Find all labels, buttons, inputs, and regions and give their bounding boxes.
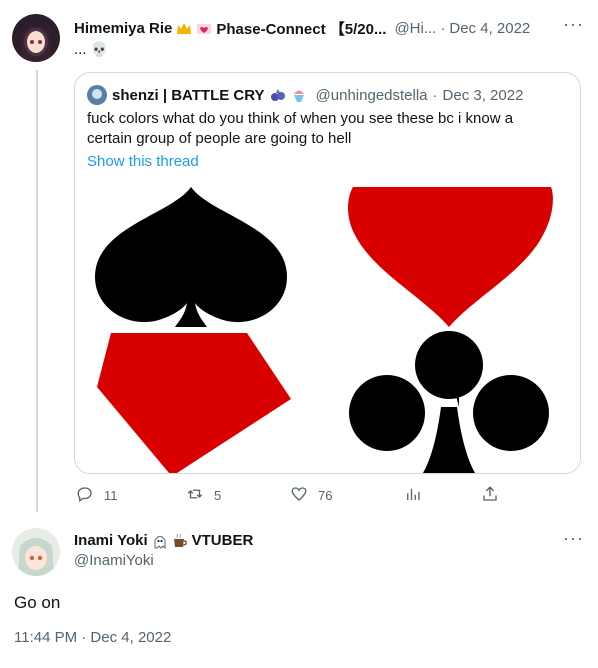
thread-line [36, 70, 38, 512]
quote-separator: · [432, 86, 438, 104]
avatar[interactable] [12, 14, 60, 62]
reply-author-name[interactable]: Inami Yoki [74, 532, 148, 549]
stats-icon [404, 485, 422, 506]
quote-author-name[interactable]: shenzi | BATTLE CRY [112, 87, 265, 104]
tweet-header: Himemiya Rie Phase-Connect 【5/20... @Hi.… [74, 18, 530, 39]
quote-avatar[interactable] [87, 85, 107, 105]
coffee-icon [172, 533, 188, 549]
retweet-button[interactable]: 5 [186, 485, 221, 506]
tweet-date[interactable]: Dec 4, 2022 [449, 20, 530, 37]
reply-icon [76, 485, 94, 506]
author-handle[interactable]: @Hi... [394, 20, 436, 37]
blueberry-icon [270, 87, 286, 103]
skull-icon: 💀 [90, 42, 108, 58]
quote-date[interactable]: Dec 3, 2022 [443, 87, 524, 104]
like-button[interactable]: 76 [290, 485, 332, 506]
more-dots-icon[interactable]: ··· [563, 14, 584, 35]
reply-header: Inami Yoki VTUBER [74, 532, 253, 549]
media-image[interactable] [75, 187, 580, 473]
tweet-text-row: ... 💀 [74, 40, 108, 60]
shaved-ice-icon [291, 87, 307, 103]
reply-text: Go on [14, 593, 61, 612]
like-count: 76 [318, 488, 333, 503]
author-name[interactable]: Himemiya Rie [74, 20, 172, 37]
share-icon [481, 485, 499, 506]
heart-letter-icon [196, 22, 212, 36]
separator: · [440, 20, 446, 37]
tweet-text: ... [74, 41, 87, 58]
quote-text: fuck colors what do you think of when yo… [87, 110, 514, 147]
heart-icon [290, 485, 308, 506]
reply-avatar[interactable] [12, 528, 60, 576]
show-thread-link[interactable]: Show this thread [87, 153, 199, 170]
crown-icon [176, 22, 192, 36]
author-name-suffix[interactable]: Phase-Connect 【5/20... [216, 18, 386, 39]
quote-author-handle[interactable]: @unhingedstella [316, 87, 428, 104]
quote-header: shenzi | BATTLE CRY @unhingedstella · De… [87, 85, 523, 105]
reply-button[interactable]: 11 [76, 485, 118, 506]
reply-count: 11 [104, 488, 118, 503]
reply-more-icon[interactable]: ··· [563, 528, 584, 549]
reply-author-handle[interactable]: @InamiYoki [74, 552, 154, 569]
reply-author-suffix[interactable]: VTUBER [192, 532, 254, 549]
reply-timestamp[interactable]: 11:44 PM · Dec 4, 2022 [14, 629, 171, 646]
ghost-icon [152, 533, 168, 549]
retweet-count: 5 [214, 488, 222, 503]
share-button[interactable] [481, 485, 499, 506]
quoted-tweet[interactable]: shenzi | BATTLE CRY @unhingedstella · De… [74, 72, 581, 474]
retweet-icon [186, 485, 204, 506]
stats-button[interactable] [404, 485, 422, 506]
